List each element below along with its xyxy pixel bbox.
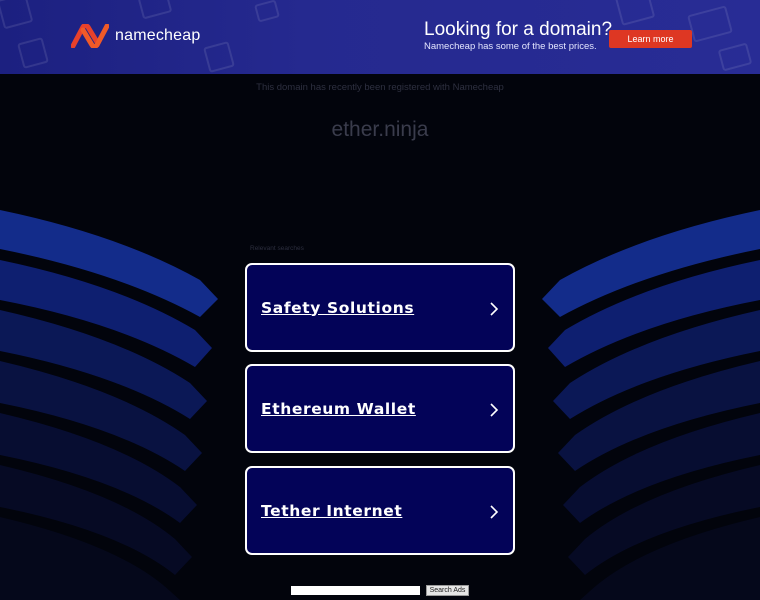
domain-name: ether.ninja [331,118,429,141]
learn-more-button[interactable]: Learn more [609,30,692,48]
namecheap-n-icon [71,24,109,48]
related-search-link[interactable]: Ethereum Wallet [245,364,515,453]
logo-text: namecheap [115,27,201,44]
promo-banner: namecheap Looking for a domain? Namechea… [0,0,760,74]
related-search-link[interactable]: Safety Solutions [245,263,515,352]
related-searches-label: Relevant searches [250,245,304,252]
search-ads-button[interactable]: Search Ads [426,585,469,596]
related-search-label: Safety Solutions [261,298,415,317]
chevron-right-icon [490,505,499,519]
chevron-right-icon [490,302,499,316]
related-search-label: Tether Internet [261,501,403,520]
wave-left [0,210,218,600]
promo-subtitle: Namecheap has some of the best prices. [424,41,597,52]
namecheap-logo[interactable]: namecheap [71,24,200,48]
related-search-label: Ethereum Wallet [261,399,416,418]
wave-right [542,210,760,600]
registration-notice: This domain has recently been registered… [256,82,504,93]
search-input[interactable] [291,586,420,595]
promo-title: Looking for a domain? [424,19,613,40]
related-search-link[interactable]: Tether Internet [245,466,515,555]
chevron-right-icon [490,403,499,417]
